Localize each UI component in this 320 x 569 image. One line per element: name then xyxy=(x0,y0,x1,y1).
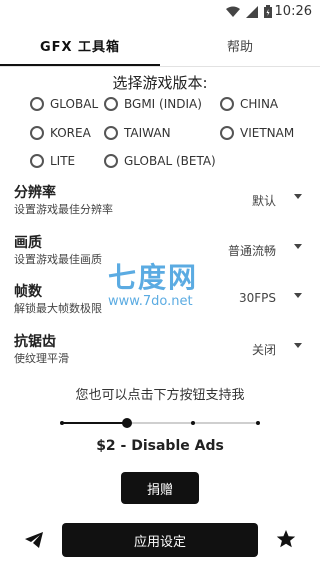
status-bar: 10:26 xyxy=(0,0,320,24)
dropdown-caret-icon xyxy=(294,194,302,199)
radio-label: TAIWAN xyxy=(124,126,171,140)
donation-slider[interactable] xyxy=(60,418,260,428)
radio-korea[interactable]: KOREA xyxy=(30,126,91,140)
radio-global-beta[interactable]: GLOBAL (BETA) xyxy=(104,154,216,168)
radio-circle xyxy=(104,97,118,111)
watermark-url: www.7do.net xyxy=(108,294,193,309)
status-time: 10:26 xyxy=(274,4,312,19)
dropdown-caret-icon xyxy=(294,343,302,348)
radio-label: LITE xyxy=(50,154,76,168)
radio-label: CHINA xyxy=(240,97,279,111)
radio-lite[interactable]: LITE xyxy=(30,154,75,168)
radio-circle xyxy=(104,154,118,168)
radio-label: GLOBAL (BETA) xyxy=(124,154,216,168)
status-icons xyxy=(226,5,272,18)
radio-circle xyxy=(220,126,234,140)
slider-fill xyxy=(62,422,127,424)
radio-circle xyxy=(30,154,44,168)
radio-global[interactable]: GLOBAL xyxy=(30,97,98,111)
setting-value: 普通流畅 xyxy=(227,244,276,258)
radio-label: GLOBAL xyxy=(50,97,99,111)
support-text: 您也可以点击下方按钮支持我 xyxy=(75,388,245,403)
price-label: $2 - Disable Ads xyxy=(96,438,224,454)
tab-divider xyxy=(0,66,320,67)
radio-bgmi-india[interactable]: BGMI (INDIA) xyxy=(104,97,202,111)
setting-value: 30FPS xyxy=(238,291,276,305)
radio-label: VIETNAM xyxy=(240,126,295,140)
radio-circle xyxy=(220,97,234,111)
donate-button[interactable]: 捐赠 xyxy=(121,472,199,504)
tab-gfx-tool[interactable]: GFX 工具箱 xyxy=(0,24,160,66)
radio-circle xyxy=(104,126,118,140)
watermark-logo: 七度网 xyxy=(108,261,199,294)
battery-icon xyxy=(264,5,272,18)
slider-tick xyxy=(190,421,195,425)
radio-circle xyxy=(30,126,44,140)
tab-help[interactable]: 帮助 xyxy=(160,24,320,66)
bottom-bar: 应用设定 xyxy=(0,520,320,562)
radio-vietnam[interactable]: VIETNAM xyxy=(220,126,294,140)
radio-label: KOREA xyxy=(50,126,91,140)
apply-settings-button[interactable]: 应用设定 xyxy=(62,523,258,557)
version-title: 选择游戏版本: xyxy=(112,74,208,92)
setting-resolution[interactable]: 分辨率 设置游戏最佳分辨率 默认 xyxy=(14,184,306,224)
setting-value: 关闭 xyxy=(251,343,276,357)
telegram-send-icon[interactable] xyxy=(24,530,44,550)
radio-china[interactable]: CHINA xyxy=(220,97,278,111)
radio-label: BGMI (INDIA) xyxy=(124,97,202,111)
setting-value: 默认 xyxy=(251,194,276,208)
dropdown-caret-icon xyxy=(294,244,302,249)
wifi-icon xyxy=(226,6,240,17)
dropdown-caret-icon xyxy=(294,293,302,298)
star-icon[interactable] xyxy=(276,529,296,549)
slider-thumb[interactable] xyxy=(121,418,132,428)
watermark: 七度网 www.7do.net xyxy=(108,256,218,312)
cell-signal-icon xyxy=(246,5,258,18)
slider-tick xyxy=(256,421,260,425)
slider-tick xyxy=(60,421,64,425)
setting-antialiasing[interactable]: 抗锯齿 使纹理平滑 关闭 xyxy=(14,333,306,373)
radio-circle xyxy=(30,97,44,111)
radio-taiwan[interactable]: TAIWAN xyxy=(104,126,171,140)
tab-bar: GFX 工具箱 帮助 xyxy=(0,24,320,66)
